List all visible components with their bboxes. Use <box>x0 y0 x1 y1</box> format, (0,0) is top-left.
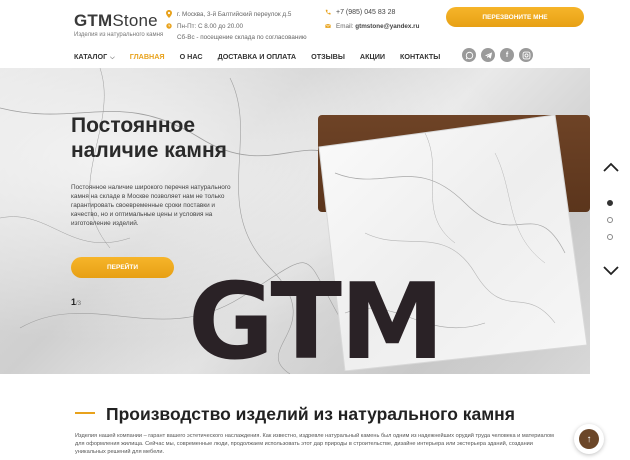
email-icon <box>325 23 331 28</box>
hero-slider: Постоянное наличие камня Постоянное нали… <box>0 68 590 374</box>
contact-block: +7 (985) 045 83 28 Email: gtmstone@yande… <box>325 7 419 32</box>
logo-title: GTMStone <box>74 11 163 31</box>
nav-about[interactable]: О НАС <box>180 52 203 62</box>
arrow-up-icon: ↑ <box>579 429 599 449</box>
telegram-icon[interactable] <box>481 48 495 62</box>
logo-brand: GTM <box>74 11 113 30</box>
nav-reviews[interactable]: ОТЗЫВЫ <box>311 52 345 62</box>
email-label: Email: <box>336 23 354 30</box>
hero-title: Постоянное наличие камня <box>71 113 311 163</box>
phone-number[interactable]: +7 (985) 045 83 28 <box>336 7 395 18</box>
chevron-down-icon: ⌵ <box>110 55 115 61</box>
section-title: Производство изделий из натурального кам… <box>106 404 515 424</box>
slider-down-arrow-icon[interactable] <box>602 264 620 278</box>
section-accent-line <box>75 412 95 414</box>
nav-promotions[interactable]: АКЦИИ <box>360 52 385 62</box>
logo-subtitle: Изделия из натурального камня <box>74 32 164 38</box>
nav-contacts[interactable]: КОНТАКТЫ <box>400 52 440 62</box>
nav-delivery[interactable]: ДОСТАВКА И ОПЛАТА <box>218 52 297 62</box>
work-hours: Пн-Пт: С 8.00 до 20.00 <box>177 23 243 30</box>
scroll-to-top-button[interactable]: ↑ <box>574 424 604 454</box>
main-nav: КАТАЛОГ ⌵ ГЛАВНАЯ О НАС ДОСТАВКА И ОПЛАТА… <box>74 52 455 62</box>
clock-icon <box>166 23 172 29</box>
slider-dot-3[interactable] <box>607 234 613 240</box>
nav-catalog[interactable]: КАТАЛОГ ⌵ <box>74 52 115 62</box>
slider-dot-2[interactable] <box>607 217 613 223</box>
slide-counter: 1/3 <box>71 297 81 307</box>
facebook-icon[interactable]: f <box>500 48 514 62</box>
logo-stone: Stone <box>112 11 158 30</box>
hero-title-line2: наличие камня <box>71 139 227 162</box>
instagram-icon[interactable] <box>519 48 533 62</box>
callback-button[interactable]: ПЕРЕЗВОНИТЕ МНЕ <box>446 7 584 27</box>
nav-home[interactable]: ГЛАВНАЯ <box>130 52 165 62</box>
logo[interactable]: GTMStone Изделия из натурального камня <box>74 11 163 38</box>
email-link[interactable]: gtmstone@yandex.ru <box>355 23 419 30</box>
phone-icon <box>325 9 331 15</box>
slider-up-arrow-icon[interactable] <box>602 160 620 174</box>
whatsapp-icon[interactable] <box>462 48 476 62</box>
hero-title-line1: Постоянное <box>71 114 196 137</box>
hero-description: Постоянное наличие широкого перечня нату… <box>71 184 231 227</box>
location-pin-icon <box>166 10 172 18</box>
work-hours-note: Сб-Вс - посещение склада по согласованию <box>177 34 307 41</box>
address-block: г. Москва, 3-й Балтийский переулок д.5 П… <box>166 9 307 43</box>
address-text: г. Москва, 3-й Балтийский переулок д.5 <box>177 11 292 18</box>
slider-dot-1[interactable] <box>607 200 613 206</box>
section-text: Изделия нашей компании – гарант вашего э… <box>75 433 554 455</box>
site-header: GTMStone Изделия из натурального камня г… <box>0 0 630 68</box>
social-links: f <box>462 48 533 62</box>
go-button[interactable]: ПЕРЕЙТИ <box>71 257 174 278</box>
slide-total: /3 <box>76 301 82 307</box>
gtm-big-letters: GTM <box>188 261 444 375</box>
